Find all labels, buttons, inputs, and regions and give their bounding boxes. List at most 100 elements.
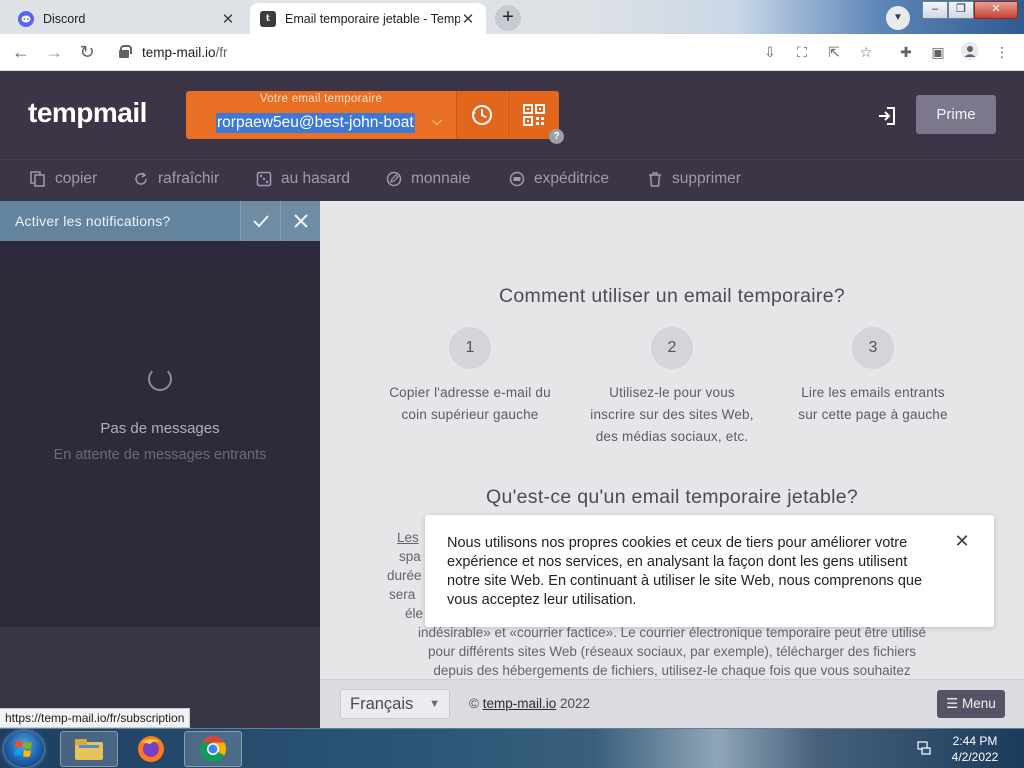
chrome-icon bbox=[199, 736, 227, 763]
change-label: monnaie bbox=[411, 170, 471, 187]
share-icon[interactable]: ⇱ bbox=[824, 42, 844, 62]
folder-icon bbox=[75, 739, 103, 760]
browser-tab-strip: Discord ✕ t Email temporaire jetable - T… bbox=[0, 0, 1024, 34]
refresh-button[interactable]: rafraîchir bbox=[133, 170, 219, 188]
refresh-label: rafraîchir bbox=[158, 170, 220, 187]
copy-label: copier bbox=[55, 170, 98, 187]
history-button[interactable] bbox=[456, 91, 507, 139]
chevron-down-icon[interactable]: ⌵ bbox=[432, 113, 442, 129]
empty-inbox-title: Pas de messages bbox=[100, 420, 220, 437]
language-select[interactable]: Français ▼ bbox=[340, 689, 450, 719]
email-label: Votre email temporaire bbox=[259, 93, 383, 105]
chevron-down-icon: ▼ bbox=[429, 698, 440, 710]
kebab-menu-icon[interactable]: ⋮ bbox=[992, 42, 1012, 62]
email-address-selector[interactable]: Votre email temporaire rorpaew5eu@best-j… bbox=[186, 91, 456, 139]
email-address[interactable]: rorpaew5eu@best-john-boat bbox=[216, 113, 415, 133]
side-panel-icon[interactable]: ▣ bbox=[928, 42, 948, 62]
paragraph-line: depuis des hébergements de fichiers, uti… bbox=[433, 663, 911, 678]
login-icon[interactable] bbox=[876, 105, 898, 127]
paragraph-fragment: éle bbox=[405, 606, 424, 621]
sender-button[interactable]: expéditrice bbox=[509, 170, 609, 188]
refresh-icon bbox=[133, 171, 149, 187]
qr-code-icon bbox=[523, 104, 545, 126]
step-2: 2 Utilisez-le pour vous inscrire sur des … bbox=[577, 327, 767, 448]
bookmark-star-icon[interactable]: ☆ bbox=[856, 42, 876, 62]
hamburger-icon: ☰ bbox=[946, 696, 959, 711]
network-icon[interactable] bbox=[916, 740, 932, 756]
system-clock[interactable]: 2:44 PM 4/2/2022 bbox=[940, 733, 1010, 765]
random-button[interactable]: au hasard bbox=[256, 170, 350, 188]
empty-inbox-subtitle: En attente de messages entrants bbox=[53, 447, 267, 463]
tab-title: Discord bbox=[43, 11, 86, 26]
tab-tempmail[interactable]: t Email temporaire jetable - Temp Mail ✕ bbox=[250, 3, 486, 34]
language-value: Français bbox=[350, 695, 414, 713]
close-icon[interactable]: ✕ bbox=[220, 10, 236, 28]
install-app-icon[interactable]: ⇩ bbox=[760, 42, 780, 62]
page-footer: Français ▼ © temp-mail.io 2022 ☰ Menu bbox=[320, 679, 1024, 728]
paragraph-fragment: spa bbox=[399, 549, 421, 564]
step-number: 3 bbox=[852, 327, 894, 369]
chevron-down-icon[interactable]: ▼ bbox=[886, 6, 910, 30]
change-button[interactable]: monnaie bbox=[386, 170, 470, 188]
what-is-heading: Qu'est-ce qu'un email temporaire jetable… bbox=[485, 486, 859, 508]
taskbar-chrome[interactable] bbox=[184, 731, 242, 767]
taskbar-file-explorer[interactable] bbox=[60, 731, 118, 767]
minimize-button[interactable]: – bbox=[922, 1, 948, 19]
forward-arrow-icon[interactable]: → bbox=[42, 40, 66, 64]
step-number: 1 bbox=[449, 327, 491, 369]
sender-label: expéditrice bbox=[534, 170, 609, 187]
taskbar-firefox[interactable] bbox=[122, 731, 180, 767]
close-icon[interactable]: ✕ bbox=[953, 532, 971, 550]
delete-button[interactable]: supprimer bbox=[647, 170, 741, 188]
status-bar-url: https://temp-mail.io/fr/subscription bbox=[0, 708, 191, 728]
paragraph-line: pour différents sites Web (réseaux socia… bbox=[428, 644, 916, 659]
site-link[interactable]: temp-mail.io bbox=[483, 696, 557, 711]
step-3: 3 Lire les emails entrants sur cette page… bbox=[778, 327, 968, 426]
loading-spinner-icon bbox=[148, 367, 172, 391]
edit-circle-icon bbox=[386, 171, 402, 187]
check-icon bbox=[252, 215, 269, 228]
temp-email-widget: Votre email temporaire rorpaew5eu@best-j… bbox=[186, 91, 559, 139]
dismiss-notifications-button[interactable] bbox=[280, 201, 320, 241]
start-button[interactable] bbox=[4, 731, 44, 767]
back-arrow-icon[interactable]: ← bbox=[9, 40, 33, 64]
cookie-text: Nous utilisons nos propres cookies et ce… bbox=[447, 535, 923, 608]
translate-icon[interactable]: ⛶ bbox=[792, 42, 812, 62]
close-icon[interactable]: ✕ bbox=[460, 10, 476, 28]
paragraph-line: indésirable» et «courrier factice». Le c… bbox=[417, 625, 927, 640]
paragraph-link[interactable]: Les bbox=[397, 530, 419, 545]
profile-avatar-icon[interactable] bbox=[960, 42, 980, 62]
window-close-button[interactable]: ✕ bbox=[974, 1, 1018, 19]
notification-prompt: Activer les notifications? bbox=[0, 201, 320, 241]
help-question-icon[interactable]: ? bbox=[549, 129, 564, 144]
tab-discord[interactable]: Discord ✕ bbox=[8, 3, 246, 34]
step-description: Copier l'adresse e-mail du coin supérieur… bbox=[389, 385, 551, 422]
prime-button[interactable]: Prime bbox=[916, 95, 996, 134]
site-header: tempmail Votre email temporaire rorpaew5… bbox=[0, 71, 1024, 159]
notification-prompt-text: Activer les notifications? bbox=[15, 213, 171, 229]
restore-button[interactable]: ❐ bbox=[948, 1, 974, 19]
close-icon bbox=[293, 214, 308, 228]
new-tab-button[interactable]: + bbox=[495, 5, 521, 31]
extensions-puzzle-icon[interactable]: ✚ bbox=[896, 42, 916, 62]
paragraph-fragment: sera bbox=[389, 587, 416, 602]
lock-icon bbox=[119, 45, 132, 58]
sender-icon bbox=[509, 171, 525, 187]
random-label: au hasard bbox=[281, 170, 350, 187]
copy-button[interactable]: copier bbox=[30, 170, 97, 188]
menu-label: Menu bbox=[962, 696, 996, 711]
windows-logo-icon bbox=[14, 741, 32, 757]
reload-icon[interactable]: ↻ bbox=[75, 40, 99, 64]
browser-toolbar: ← → ↻ temp-mail.io/fr ⇩ ⛶ ⇱ ☆ ✚ ▣ ⋮ bbox=[0, 34, 1024, 71]
tempmail-icon: t bbox=[260, 10, 276, 27]
discord-icon bbox=[18, 10, 34, 27]
paragraph-fragment: durée bbox=[387, 568, 422, 583]
logo[interactable]: tempmail bbox=[28, 97, 147, 129]
tab-title: Email temporaire jetable - Temp Mail bbox=[285, 11, 460, 26]
step-description: Lire les emails entrants sur cette page à… bbox=[798, 385, 948, 422]
firefox-icon bbox=[138, 736, 164, 762]
menu-button[interactable]: ☰ Menu bbox=[937, 690, 1005, 718]
history-icon bbox=[472, 105, 492, 125]
clock-date: 4/2/2022 bbox=[951, 750, 999, 764]
accept-notifications-button[interactable] bbox=[240, 201, 280, 241]
